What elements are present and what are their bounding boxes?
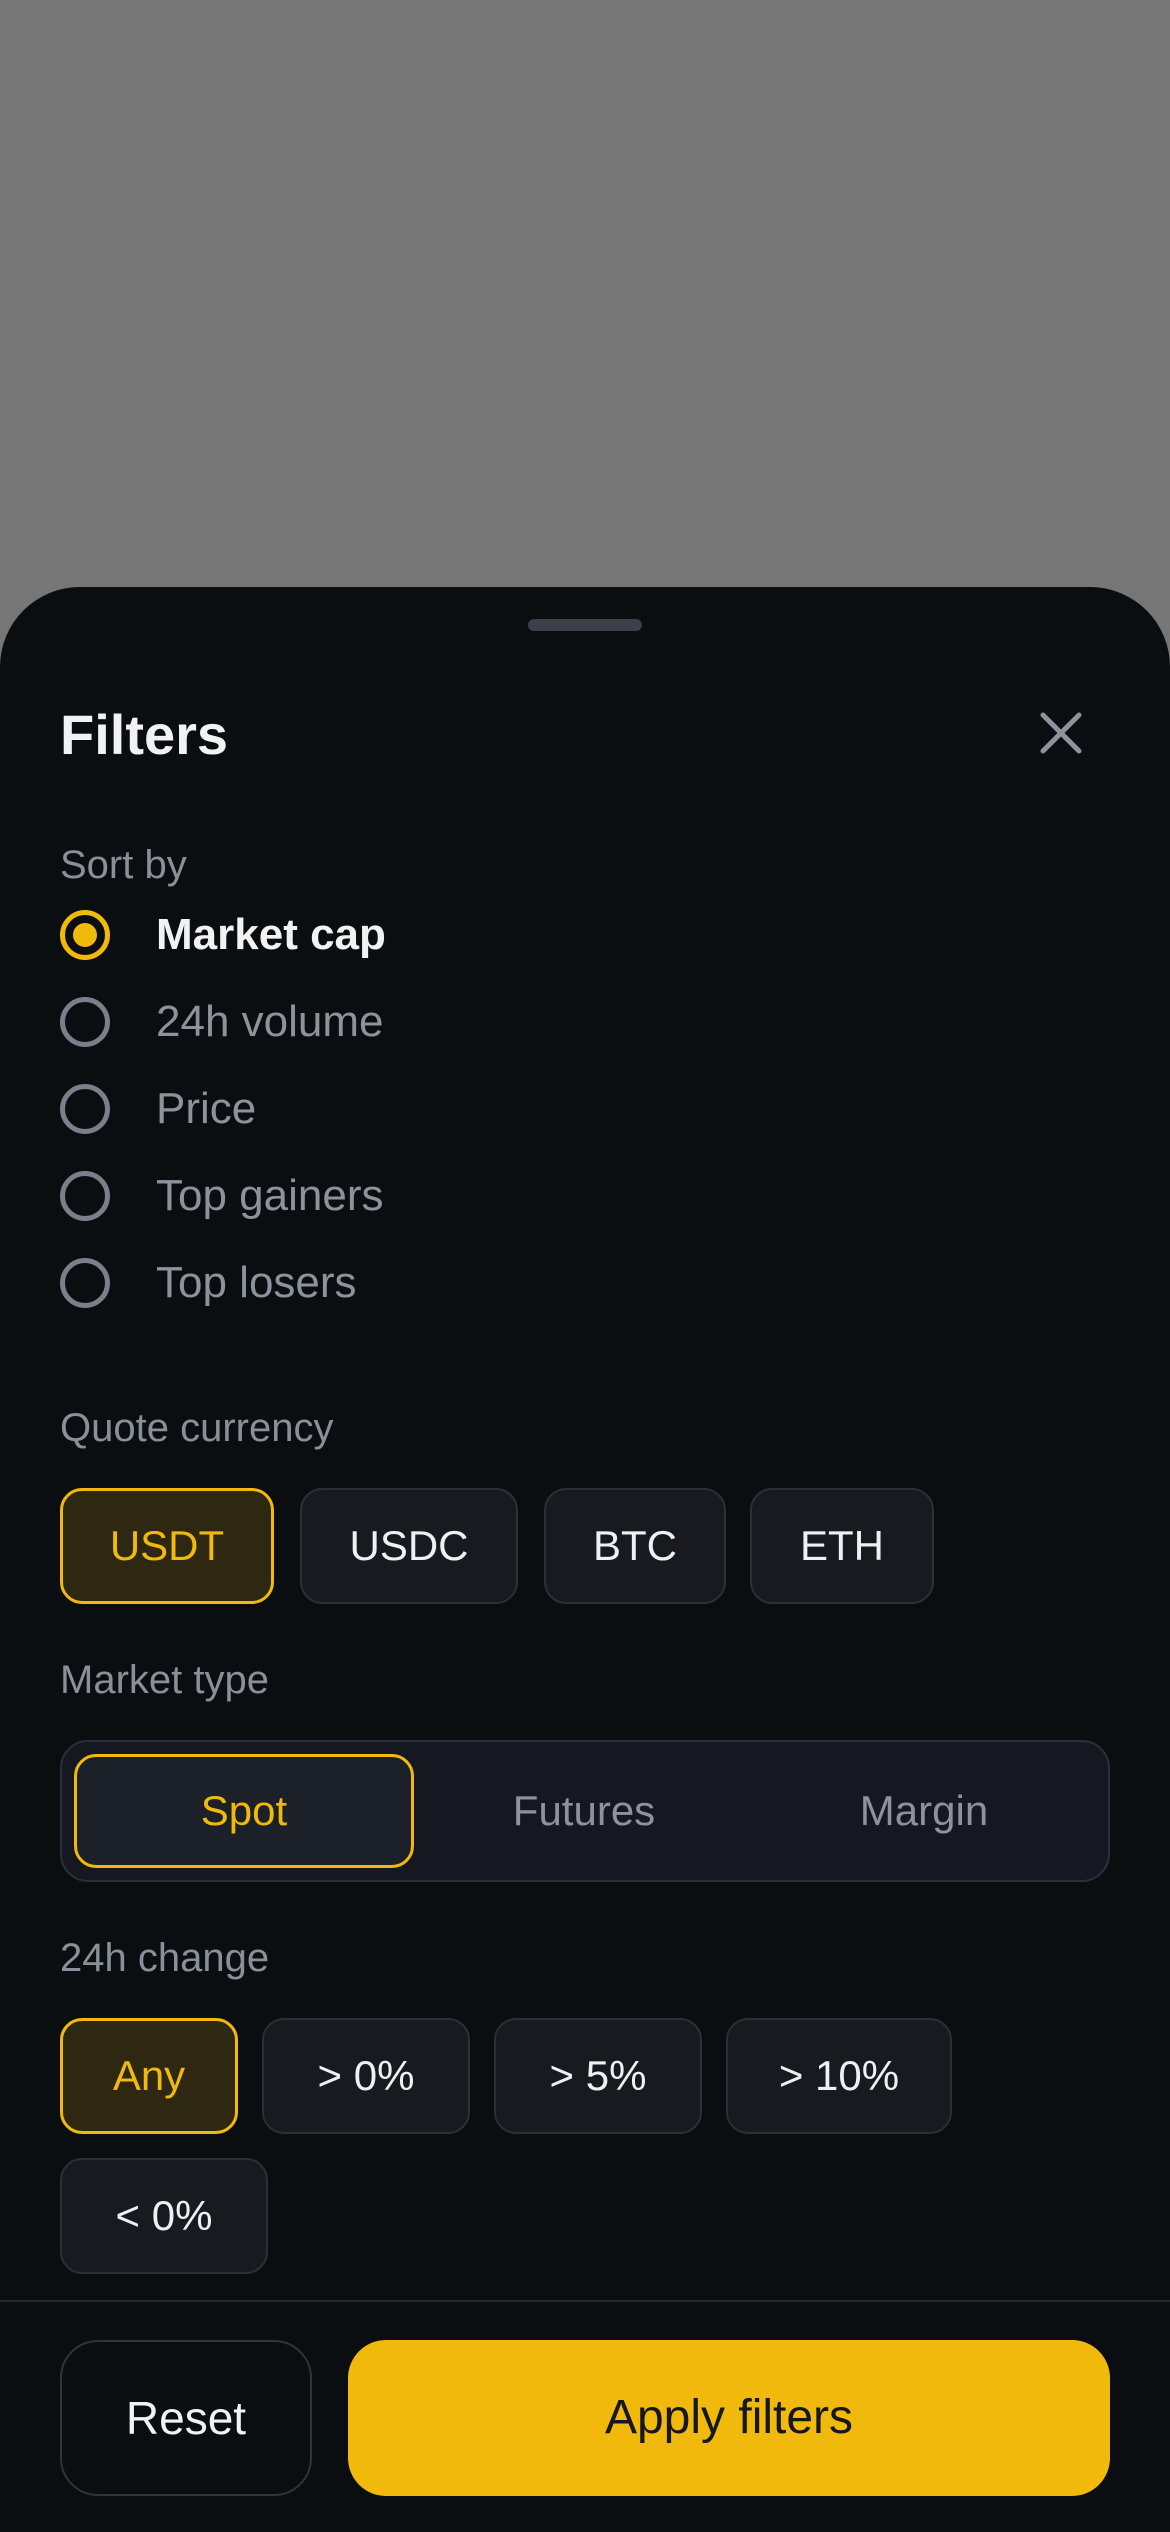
quote-chip-eth[interactable]: ETH (750, 1488, 934, 1604)
market-type-segmented-control: Spot Futures Margin (60, 1740, 1110, 1882)
radio-icon (60, 1258, 110, 1308)
market-type-label: Market type (60, 1658, 269, 1702)
sort-option-market-cap[interactable]: Market cap (60, 905, 386, 965)
change-chip-gt-10[interactable]: > 10% (726, 2018, 952, 2134)
close-button[interactable] (1020, 692, 1102, 774)
sort-option-label: Top losers (156, 1258, 357, 1307)
filters-sheet: Filters Sort by Market cap 24h volume Pr… (0, 587, 1170, 2532)
quote-currency-label: Quote currency (60, 1406, 334, 1450)
segment-spot[interactable]: Spot (74, 1754, 414, 1868)
close-icon (1040, 712, 1082, 754)
quote-chip-usdc[interactable]: USDC (300, 1488, 518, 1604)
change-24h-label: 24h change (60, 1936, 270, 1980)
quote-chip-usdt[interactable]: USDT (60, 1488, 274, 1604)
change-chip-gt-5[interactable]: > 5% (494, 2018, 702, 2134)
sheet-title: Filters (60, 703, 229, 766)
sort-by-label: Sort by (60, 843, 187, 887)
quote-chip-btc[interactable]: BTC (544, 1488, 726, 1604)
radio-icon (60, 1171, 110, 1221)
sort-option-label: 24h volume (156, 997, 384, 1046)
sort-option-price[interactable]: Price (60, 1079, 256, 1139)
sort-option-label: Price (156, 1084, 257, 1133)
segment-margin[interactable]: Margin (754, 1754, 1094, 1868)
sort-option-label: Market cap (156, 910, 386, 959)
footer-divider (0, 2300, 1170, 2302)
apply-filters-button[interactable]: Apply filters (348, 2340, 1110, 2496)
segment-futures[interactable]: Futures (414, 1754, 754, 1868)
sort-option-label: Top gainers (156, 1171, 384, 1220)
sort-option-24h-volume[interactable]: 24h volume (60, 992, 383, 1052)
radio-icon (60, 997, 110, 1047)
drag-handle[interactable] (528, 619, 642, 631)
change-chip-gt-0[interactable]: > 0% (262, 2018, 470, 2134)
change-chip-any[interactable]: Any (60, 2018, 238, 2134)
radio-icon (60, 1084, 110, 1134)
change-chip-lt-0[interactable]: < 0% (60, 2158, 268, 2274)
sort-option-top-losers[interactable]: Top losers (60, 1253, 357, 1313)
sort-option-top-gainers[interactable]: Top gainers (60, 1166, 383, 1226)
radio-selected-icon (60, 910, 110, 960)
reset-button[interactable]: Reset (60, 2340, 312, 2496)
